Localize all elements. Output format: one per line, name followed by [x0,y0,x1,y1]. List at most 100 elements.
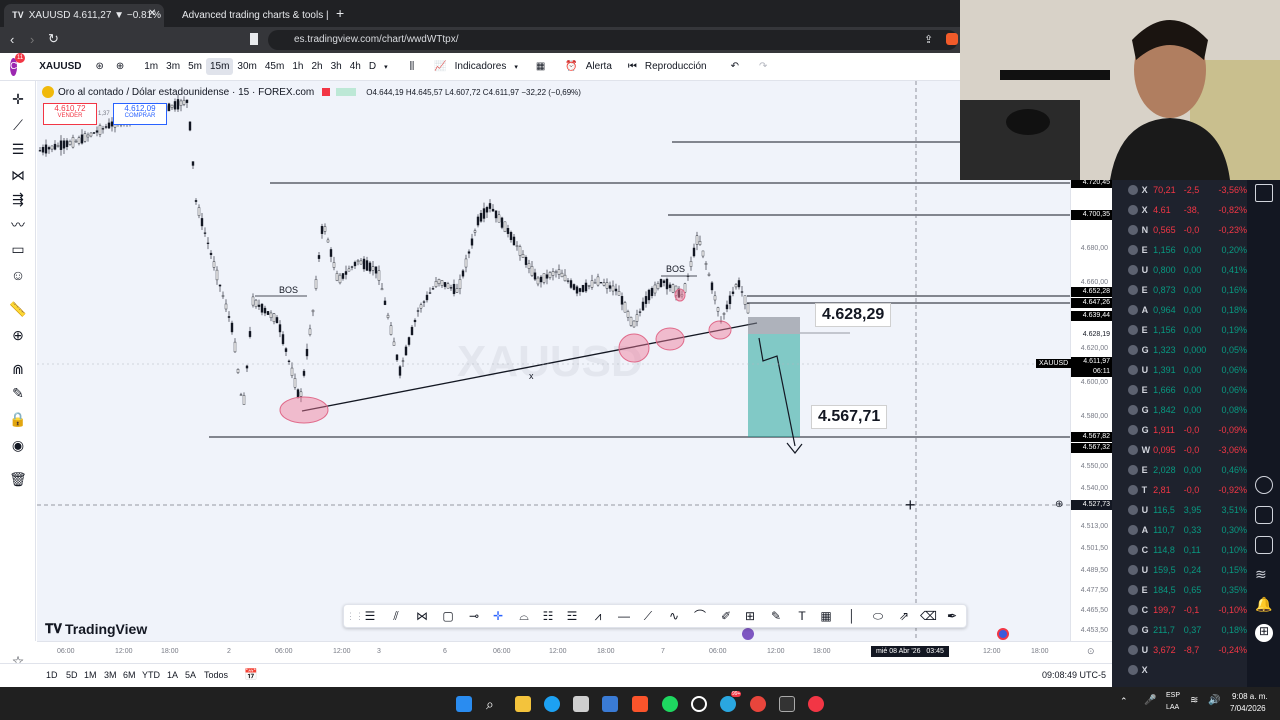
mic-icon[interactable]: 🎤 [1144,695,1156,706]
watchlist-row[interactable]: G 1,911 -0,0 -0,09% [1112,420,1247,440]
watchlist-row[interactable]: E 1,666 0,00 0,06% [1112,380,1247,400]
redo-icon[interactable]: ↷ [755,58,771,75]
tradingview-app-icon[interactable] [808,696,824,712]
range-5a[interactable]: 5A [185,670,196,680]
symbol-search[interactable]: XAUUSD [35,58,85,75]
watchlist-row[interactable]: N 0,565 -0,0 -0,23% [1112,220,1247,240]
range-1m[interactable]: 1M [84,670,97,680]
wifi-icon[interactable]: ≋ [1190,695,1198,706]
elliott-wave-icon[interactable]: ⩘ [590,608,606,624]
highlight-ellipse[interactable] [279,396,329,424]
pencil-lock-icon[interactable]: ✎ [8,383,28,403]
callout-label-target[interactable]: 4.567,71 [811,405,888,429]
store-icon[interactable] [573,696,589,712]
back-icon[interactable]: ‹ [10,32,14,47]
watchlist-row[interactable]: X [1112,660,1247,680]
watchlist-row[interactable]: U 3,672 -8,7 -0,24% [1112,640,1247,660]
watchlist-row[interactable]: T 2,81 -0,0 -0,92% [1112,480,1247,500]
eraser-icon[interactable]: ⌫ [920,608,937,624]
watchlist-row[interactable]: A 0,964 0,00 0,18% [1112,300,1247,320]
watchlist-row[interactable]: G 211,7 0,37 0,18% [1112,620,1247,640]
parallel-channel-icon[interactable]: ⫽ [388,608,404,624]
edge-icon[interactable] [544,696,560,712]
url-field[interactable]: es.tradingview.com/chart/wwdWTtpx/ [268,30,958,50]
candle-style-icon[interactable]: ⫼ [406,58,419,75]
time-axis[interactable]: 06:00 12:00 18:00 2 06:00 12:00 3 6 06:0… [37,641,1112,663]
add-alert-icon[interactable]: ⊕ [1055,499,1063,510]
browser-extension-icon[interactable] [946,33,958,45]
emoji-icon[interactable]: ☺ [8,265,28,285]
search-icon[interactable]: ⌕ [486,696,502,712]
trash-icon[interactable]: 🗑 [8,469,28,489]
file-explorer-icon[interactable] [515,696,531,712]
interval-4h[interactable]: 4h [346,58,365,75]
signal-icon[interactable]: ≋ [1255,566,1273,584]
grid-menu-icon[interactable]: ⊞ [1255,624,1273,642]
bookmark-icon[interactable] [250,33,258,45]
watchlist-row[interactable]: E 1,156 0,00 0,19% [1112,320,1247,340]
reload-icon[interactable]: ↻ [48,31,59,47]
rectangle-icon[interactable]: ▢ [440,608,456,624]
watchlist-row[interactable]: C 199,7 -0,1 -0,10% [1112,600,1247,620]
arrow-icon[interactable]: ⇗ [896,608,912,624]
highlight-ellipse[interactable] [674,288,686,302]
range-3m[interactable]: 3M [104,670,117,680]
horizontal-ray-icon[interactable]: ⊸ [466,608,482,624]
watchlist-row[interactable]: X 70,21 -2,5 -3,56% [1112,180,1247,200]
stop-loss-zone[interactable] [748,317,800,334]
event-icon[interactable] [742,628,754,640]
share-icon[interactable]: ⇪ [924,33,933,46]
watchlist-row[interactable]: E 184,5 0,65 0,35% [1112,580,1247,600]
watchlist-row[interactable]: U 0,800 0,00 0,41% [1112,260,1247,280]
interval-5m[interactable]: 5m [184,58,206,75]
alert-icon[interactable]: ⏰ [561,58,581,75]
browser-tab[interactable]: Advanced trading charts & tools | Tra [168,4,328,27]
highlight-ellipse[interactable] [708,320,732,340]
path-icon[interactable]: ∿ [666,608,682,624]
long-position-icon[interactable]: ⊞ [742,608,758,624]
chat-icon[interactable] [1255,184,1273,202]
watchlist-row[interactable]: X 4.61 -38, -0,82% [1112,200,1247,220]
text-tool-icon[interactable]: ▭ [8,239,28,259]
interval-1h[interactable]: 1h [288,58,307,75]
brush-icon[interactable]: 〰 [8,215,28,235]
calendar-icon[interactable] [1255,536,1273,554]
highlighter-icon[interactable]: ✒ [944,608,960,624]
pencil-icon[interactable]: ✎ [768,608,784,624]
alert-button[interactable]: Alerta [582,58,616,75]
watchlist-row[interactable]: E 0,873 0,00 0,16% [1112,280,1247,300]
range-all[interactable]: Todos [204,670,228,680]
table-icon[interactable]: ▦ [818,608,834,624]
symbol-menu-icon[interactable]: ⊛ [91,58,107,75]
indicators-icon[interactable]: 📈 [430,58,450,75]
fib-retracement-icon[interactable]: ☷ [540,608,556,624]
templates-icon[interactable]: ▦ [532,58,549,75]
chart-clock[interactable]: 09:08:49 UTC-5 [1042,670,1106,680]
text-icon[interactable]: T [794,608,810,624]
flag-icon[interactable] [997,628,1009,640]
price-chart-svg[interactable]: XAUUSD BOS BOS x [37,81,1070,641]
callout-label-stop[interactable]: 4.628,29 [815,303,892,327]
tray-chevron-icon[interactable]: ⌃ [1120,696,1128,707]
range-1a[interactable]: 1A [167,670,178,680]
ellipse-icon[interactable]: ⬭ [870,608,886,624]
watchlist-row[interactable]: E 2,028 0,00 0,46% [1112,460,1247,480]
highlight-ellipse[interactable] [655,327,685,351]
chart-canvas[interactable]: XAUUSD BOS BOS x Oro al contado / Dólar … [37,81,1070,641]
interval-15m[interactable]: 15m [205,58,234,75]
close-tab-icon[interactable]: ✕ [148,8,156,19]
spotify-icon[interactable] [662,696,678,712]
new-tab-icon[interactable]: + [336,5,344,21]
callout-icon[interactable]: ⌓ [516,608,532,624]
watchlist-row[interactable]: E 1,156 0,00 0,20% [1112,240,1247,260]
range-6m[interactable]: 6M [123,670,136,680]
forward-icon[interactable]: › [30,32,34,47]
range-5d[interactable]: 5D [66,670,78,680]
horizontal-lines-icon[interactable]: ☰ [362,608,378,624]
range-1d[interactable]: 1D [46,670,58,680]
language-indicator[interactable]: ESP [1166,692,1180,699]
watchlist-row[interactable]: G 1,323 0,000 0,05% [1112,340,1247,360]
drag-handle-icon[interactable]: ⋮⋮ [346,608,364,624]
lock-icon[interactable]: 🔒 [8,409,28,429]
trend-line-icon[interactable]: ⟋ [8,115,28,135]
